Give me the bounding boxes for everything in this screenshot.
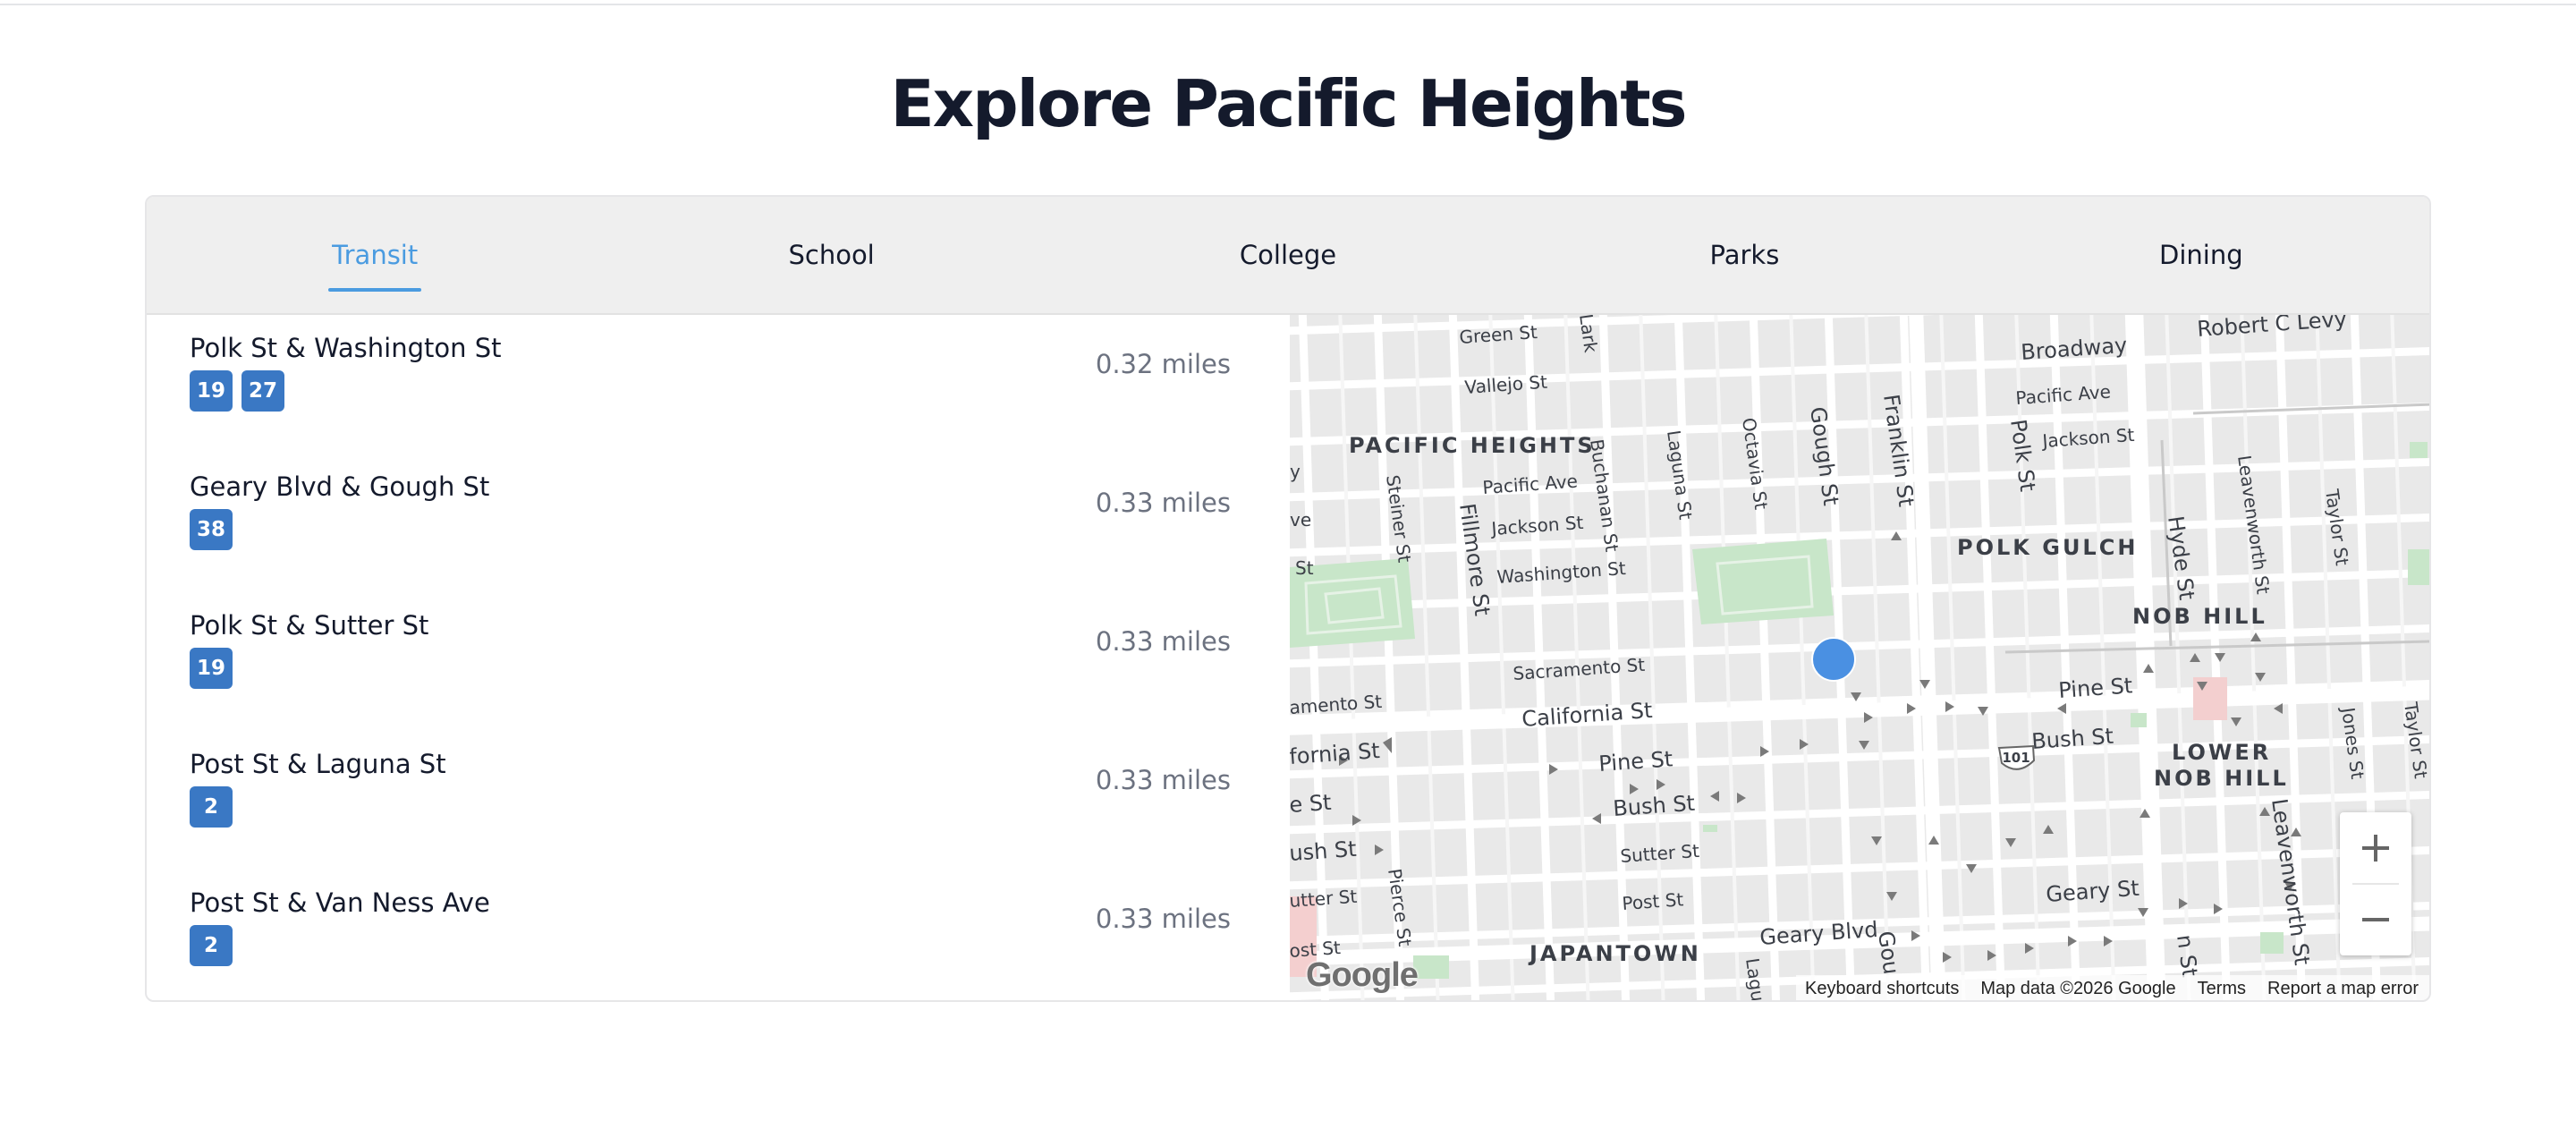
- map-street-label: St: [1295, 557, 1314, 579]
- map-label-lower: LOWER: [2172, 740, 2271, 765]
- tab-label: Transit: [328, 240, 422, 292]
- map-street-label: Pine St: [1597, 746, 1674, 777]
- map-street-label: Pine St: [2057, 673, 2133, 703]
- route-badges: 2: [190, 925, 233, 966]
- stop-distance: 0.33 miles: [1095, 488, 1231, 518]
- top-divider: [0, 0, 2576, 5]
- map-data-credit: Map data ©2026 Google: [1980, 978, 2176, 998]
- explore-card: Transit School College Parks Dining Polk…: [145, 195, 2431, 1002]
- map-street-label: y: [1290, 461, 1301, 482]
- map-canvas[interactable]: 101 PACIFIC HEIGHTS POLK GULCH NOB HILL …: [1290, 315, 2431, 1002]
- map-street-label: e St: [1290, 790, 1332, 818]
- tab-college[interactable]: College: [1060, 197, 1516, 313]
- map-street-label: Post St: [1622, 888, 1684, 914]
- zoom-out-button[interactable]: [2340, 884, 2411, 955]
- list-item[interactable]: Geary Blvd & Gough St 38 0.33 miles: [147, 454, 1290, 592]
- route-badge: 2: [190, 786, 233, 828]
- tab-label: School: [788, 240, 875, 270]
- map-label-pacific-heights: PACIFIC HEIGHTS: [1349, 433, 1596, 458]
- transit-stop-list: Polk St & Washington St 19 27 0.32 miles…: [147, 315, 1290, 1000]
- list-item[interactable]: Post St & Van Ness Ave 2 0.33 miles: [147, 870, 1290, 1000]
- map-label-nob-hill: NOB HILL: [2132, 604, 2267, 629]
- stop-name: Post St & Van Ness Ave: [190, 887, 490, 918]
- route-badges: 2: [190, 786, 233, 828]
- route-badge: 38: [190, 509, 233, 550]
- stop-distance: 0.33 miles: [1095, 626, 1231, 657]
- map-label-nob-hill-lower: NOB HILL: [2154, 766, 2289, 791]
- route-badges: 19: [190, 648, 233, 689]
- stop-name: Post St & Laguna St: [190, 749, 446, 779]
- stop-distance: 0.32 miles: [1095, 349, 1231, 379]
- tab-school[interactable]: School: [603, 197, 1059, 313]
- zoom-in-button[interactable]: [2340, 812, 2411, 884]
- map-label-japantown: JAPANTOWN: [1528, 941, 1701, 966]
- minus-icon: [2362, 918, 2389, 921]
- stop-name: Polk St & Sutter St: [190, 610, 429, 641]
- map-street-label: ush St: [1290, 836, 1357, 866]
- terms-link[interactable]: Terms: [2198, 979, 2246, 999]
- route-badges: 19 27: [190, 370, 285, 412]
- map-street-label: ve: [1290, 509, 1311, 531]
- stop-name: Geary Blvd & Gough St: [190, 471, 490, 502]
- list-item[interactable]: Polk St & Sutter St 19 0.33 miles: [147, 592, 1290, 731]
- route-badge: 19: [190, 648, 233, 689]
- tab-dining[interactable]: Dining: [1973, 197, 2429, 313]
- map-zoom-controls: [2340, 812, 2411, 955]
- report-map-error-link[interactable]: Report a map error: [2267, 979, 2419, 999]
- map-attribution: Keyboard shortcuts Map data ©2026 Google…: [1796, 975, 2429, 1000]
- neighborhood-map[interactable]: 101 PACIFIC HEIGHTS POLK GULCH NOB HILL …: [1290, 315, 2431, 1002]
- stop-distance: 0.33 miles: [1095, 904, 1231, 934]
- route-badge: 27: [242, 370, 285, 412]
- stop-distance: 0.33 miles: [1095, 765, 1231, 795]
- route-badge: 2: [190, 925, 233, 966]
- tab-label: College: [1239, 240, 1337, 270]
- stop-name: Polk St & Washington St: [190, 333, 502, 363]
- page-title: Explore Pacific Heights: [890, 66, 1687, 141]
- category-tabs: Transit School College Parks Dining: [147, 197, 2429, 315]
- tab-transit[interactable]: Transit: [147, 197, 603, 313]
- tab-label: Dining: [2159, 240, 2243, 270]
- tab-label: Parks: [1709, 240, 1780, 270]
- map-label-polk-gulch: POLK GULCH: [1957, 535, 2138, 560]
- list-item[interactable]: Polk St & Washington St 19 27 0.32 miles: [147, 315, 1290, 454]
- list-item[interactable]: Post St & Laguna St 2 0.33 miles: [147, 731, 1290, 870]
- route-badges: 38: [190, 509, 233, 550]
- tab-parks[interactable]: Parks: [1516, 197, 1972, 313]
- route-badge: 19: [190, 370, 233, 412]
- highway-shield-label: 101: [2002, 750, 2029, 766]
- google-logo: Google: [1306, 956, 1419, 994]
- keyboard-shortcuts-link[interactable]: Keyboard shortcuts: [1805, 979, 1959, 999]
- plus-icon: [2362, 835, 2389, 862]
